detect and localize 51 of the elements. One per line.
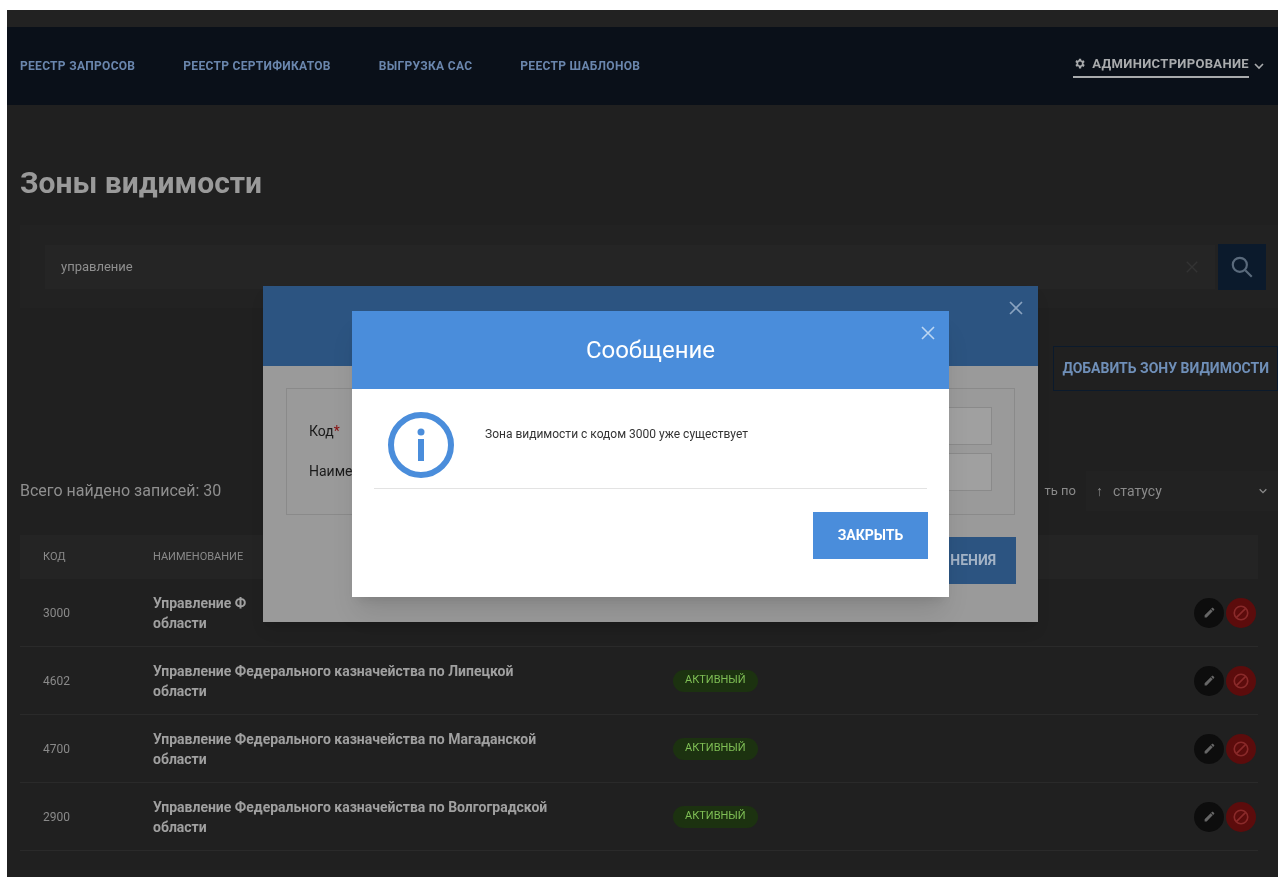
status-badge: АКТИВНЫЙ (673, 737, 758, 760)
column-header: НАИМЕНОВАНИЕ (153, 548, 244, 565)
ban-icon (1232, 807, 1250, 826)
gear-icon (1073, 57, 1087, 70)
pencil-icon (1202, 606, 1216, 619)
dialog-title: Сообщение (585, 335, 716, 366)
nav-link[interactable]: АДМИНИСТРИРОВАНИЕ (1073, 53, 1249, 79)
nav-link[interactable]: ВЫГРУЗКА САС (378, 57, 473, 75)
pencil-icon (1202, 742, 1216, 755)
table-cell-text: 3000 (42, 604, 71, 622)
info-icon (387, 411, 455, 479)
records-count: Всего найдено записей: 30 (20, 480, 222, 502)
ban-icon (1232, 739, 1250, 758)
zone-name: Управление Федерального казначейства по Волгоградской области (153, 797, 549, 837)
field-label: Наиме (309, 462, 353, 480)
save-button[interactable]: НЕНИЯ (946, 537, 1016, 584)
block-button[interactable] (1226, 665, 1256, 696)
table-cell-text: 2900 (42, 808, 71, 826)
column-header: КОД (42, 548, 67, 565)
zone-name: Управление Федерального казначейства по Магаданской области (153, 729, 538, 769)
sort-label: ть по (1044, 482, 1076, 501)
close-icon[interactable] (1008, 300, 1024, 316)
table-cell-text: 4700 (42, 740, 71, 758)
pencil-icon (1202, 674, 1216, 687)
edit-button[interactable] (1194, 597, 1224, 628)
nav-link[interactable]: РЕЕСТР ЗАПРОСОВ (20, 57, 136, 75)
ban-icon (1232, 603, 1250, 622)
zone-name: Управление Федерального казначейства по Липецкой области (153, 661, 515, 701)
chevron-down-icon (1258, 486, 1268, 496)
zone-name: Управление Ф области (153, 593, 248, 633)
arrow-up-icon: ↑ (1096, 480, 1103, 502)
chevron-down-icon[interactable] (1253, 60, 1265, 72)
page-title: Зоны видимости (20, 165, 264, 201)
pencil-icon (1202, 810, 1216, 823)
nav-link[interactable]: РЕЕСТР ШАБЛОНОВ (520, 57, 641, 75)
edit-button[interactable] (1194, 665, 1224, 696)
ban-icon (1232, 671, 1250, 690)
search-button[interactable] (1218, 243, 1266, 290)
table-cell-text: 4602 (42, 672, 71, 690)
nav-link[interactable]: РЕЕСТР СЕРТИФИКАТОВ (183, 57, 331, 75)
edit-button[interactable] (1194, 801, 1224, 832)
message-text: Зона видимости с кодом 3000 уже существует (485, 426, 748, 443)
close-button[interactable]: ЗАКРЫТЬ (813, 512, 928, 559)
block-button[interactable] (1226, 597, 1256, 628)
status-badge: АКТИВНЫЙ (673, 805, 758, 828)
status-badge: АКТИВНЫЙ (673, 669, 758, 692)
field-label: Код* (309, 422, 341, 440)
block-button[interactable] (1226, 733, 1256, 764)
block-button[interactable] (1226, 801, 1256, 832)
add-zone-button[interactable]: ДОБАВИТЬ ЗОНУ ВИДИМОСТИ (1053, 346, 1278, 391)
edit-button[interactable] (1194, 733, 1224, 764)
